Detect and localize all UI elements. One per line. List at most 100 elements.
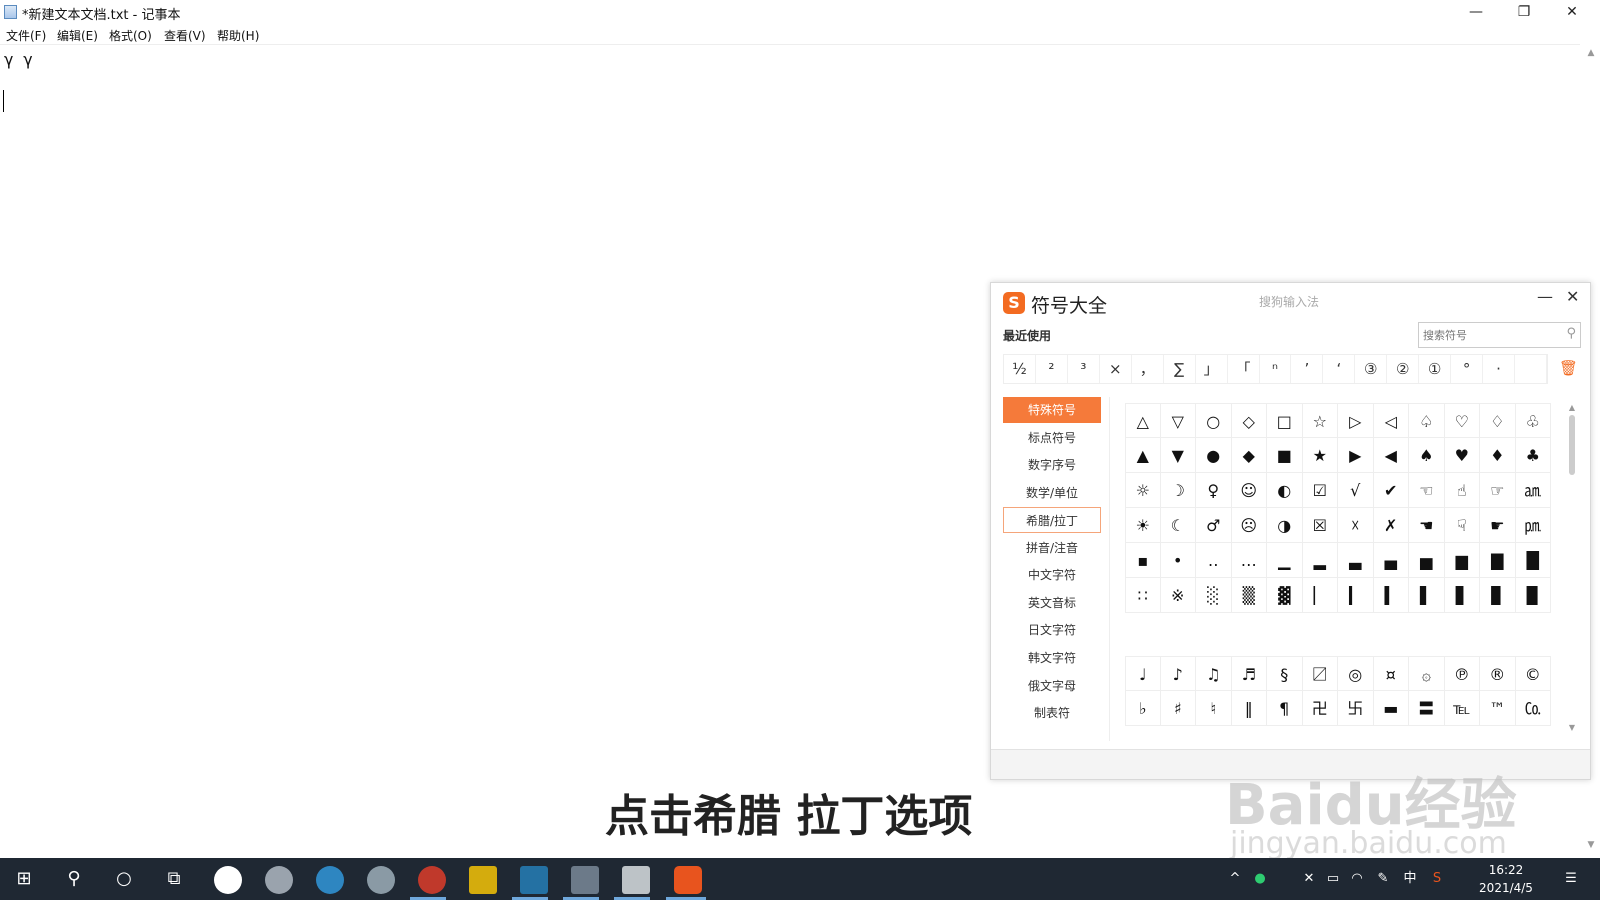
symbol-cell[interactable]: ☜ [1409,473,1445,508]
symbol-cell[interactable]: ▒ [1231,578,1267,613]
symbol-cell[interactable]: ▏ [1302,578,1338,613]
recent-symbol[interactable]: ³ [1068,355,1100,383]
symbol-cell[interactable]: ☹ [1231,508,1267,543]
symbol-cell[interactable]: ♡ [1444,403,1480,438]
symbol-cell[interactable]: ¶ [1267,691,1303,726]
symbol-cell[interactable]: ▉ [1515,578,1551,613]
symbol-cell[interactable]: … [1231,543,1267,578]
symbol-cell[interactable]: ✔ [1373,473,1409,508]
symbol-search-input[interactable] [1423,326,1553,344]
symbol-cell[interactable]: ☓ [1338,508,1374,543]
recent-symbol[interactable]: × [1100,355,1132,383]
symbol-cell[interactable]: ◀ [1373,438,1409,473]
category-item[interactable]: 俄文字母 [1003,673,1101,699]
symbol-cell[interactable]: ☞ [1480,473,1516,508]
category-item[interactable]: 数学/单位 [1003,480,1101,506]
symbol-cell[interactable]: ♧ [1515,403,1551,438]
symbol-cell[interactable]: ℗ [1444,656,1480,691]
symbol-cell[interactable]: ۞ [1409,656,1445,691]
symbol-cell[interactable]: ☆ [1302,403,1338,438]
symbol-cell[interactable]: ♢ [1480,403,1516,438]
menu-help[interactable]: 帮助(H) [217,27,259,44]
symbol-cell[interactable]: ♠ [1409,438,1445,473]
symbol-cell[interactable]: ℡ [1444,691,1480,726]
scroll-up-icon[interactable]: ▲ [1582,48,1600,64]
panel-scrollbar[interactable]: ▲ ▼ [1566,403,1578,733]
symbol-cell[interactable]: ♣ [1515,438,1551,473]
symbol-cell[interactable]: ✗ [1373,508,1409,543]
symbol-cell[interactable]: ♬ [1231,656,1267,691]
symbol-cell[interactable]: ♤ [1409,403,1445,438]
scroll-down-icon[interactable]: ▼ [1582,840,1600,856]
tray-chevron-up-icon[interactable]: ^ [1225,858,1245,900]
speaker-muted-icon[interactable]: ✕ [1298,858,1320,900]
symbol-cell[interactable]: ☑ [1302,473,1338,508]
symbol-cell[interactable]: √ [1338,473,1374,508]
symbol-cell[interactable]: ◎ [1338,656,1374,691]
symbol-cell[interactable]: ○ [1196,403,1232,438]
symbol-cell[interactable]: ♯ [1160,691,1196,726]
recent-symbol[interactable]: ③ [1355,355,1388,383]
panel-scroll-up-icon[interactable]: ▲ [1566,403,1578,412]
search-taskbar-icon[interactable]: ⚲ [50,858,98,900]
symbol-cell[interactable]: ░ [1196,578,1232,613]
symbol-cell[interactable]: ™ [1480,691,1516,726]
close-button[interactable]: ✕ [1548,0,1596,24]
file-explorer-icon[interactable] [469,866,497,894]
symbol-cell[interactable]: • [1160,543,1196,578]
symbol-cell[interactable]: ♦ [1480,438,1516,473]
category-item[interactable]: 韩文字符 [1003,645,1101,671]
symbol-cell[interactable]: ◑ [1267,508,1303,543]
symbol-cell[interactable]: ★ [1302,438,1338,473]
symbol-cell[interactable]: █ [1515,543,1551,578]
symbol-cell[interactable]: ▷ [1338,403,1374,438]
symbol-cell[interactable]: ♂ [1196,508,1232,543]
panel-scroll-thumb[interactable] [1569,415,1575,475]
symbol-cell[interactable]: ● [1196,438,1232,473]
symbol-cell[interactable]: ㏂ [1515,473,1551,508]
menu-format[interactable]: 格式(O) [109,27,152,44]
task-view-icon[interactable]: ⧉ [150,858,198,900]
symbol-cell[interactable]: ◇ [1231,403,1267,438]
symbol-cell[interactable]: ‥ [1196,543,1232,578]
symbol-cell[interactable]: ▋ [1444,578,1480,613]
symbol-cell[interactable]: ♫ [1196,656,1232,691]
recent-symbol[interactable]: ‘ [1323,355,1356,383]
category-item[interactable]: 希腊/拉丁 [1003,507,1101,533]
symbol-cell[interactable]: 〓 [1409,691,1445,726]
menu-view[interactable]: 查看(V) [164,27,206,44]
category-item[interactable]: 英文音标 [1003,590,1101,616]
symbol-cell[interactable]: ◆ [1231,438,1267,473]
symbol-cell[interactable]: ☚ [1409,508,1445,543]
taskbar-app-icon-5[interactable] [418,866,446,894]
wechat-icon[interactable]: ● [1249,858,1271,900]
symbol-cell[interactable]: ▎ [1338,578,1374,613]
menu-file[interactable]: 文件(F) [6,27,46,44]
category-item[interactable]: 特殊符号 [1003,397,1101,423]
symbol-cell[interactable]: ▽ [1160,403,1196,438]
taskbar-app-icon-8[interactable] [571,866,599,894]
symbol-cell[interactable]: ‖ [1231,691,1267,726]
symbol-cell[interactable]: ◐ [1267,473,1303,508]
symbol-cell[interactable]: ♪ [1160,656,1196,691]
symbol-cell[interactable]: ☀ [1125,508,1161,543]
recent-symbol[interactable]: ∑ [1164,355,1196,383]
recent-symbol[interactable]: ½ [1004,355,1036,383]
taskbar-app-w-icon[interactable] [214,866,242,894]
symbol-cell[interactable]: ▄ [1373,543,1409,578]
symbol-cell[interactable]: ☝ [1444,473,1480,508]
symbol-cell[interactable]: ☺ [1231,473,1267,508]
notepad-taskbar-icon[interactable] [622,866,650,894]
sogou-taskbar-icon[interactable] [674,866,702,894]
category-item[interactable]: 中文字符 [1003,562,1101,588]
maximize-button[interactable]: ❐ [1500,0,1548,24]
symbol-cell[interactable]: ㏘ [1515,508,1551,543]
symbol-cell[interactable]: ® [1480,656,1516,691]
symbol-cell[interactable]: ▶ [1338,438,1374,473]
symbol-cell[interactable]: ▲ [1125,438,1161,473]
symbol-cell[interactable]: △ [1125,403,1161,438]
recent-symbol[interactable]: ⁿ [1260,355,1292,383]
symbol-cell[interactable]: ▬ [1373,691,1409,726]
symbol-cell[interactable]: 卐 [1338,691,1374,726]
symbol-cell[interactable]: © [1515,656,1551,691]
